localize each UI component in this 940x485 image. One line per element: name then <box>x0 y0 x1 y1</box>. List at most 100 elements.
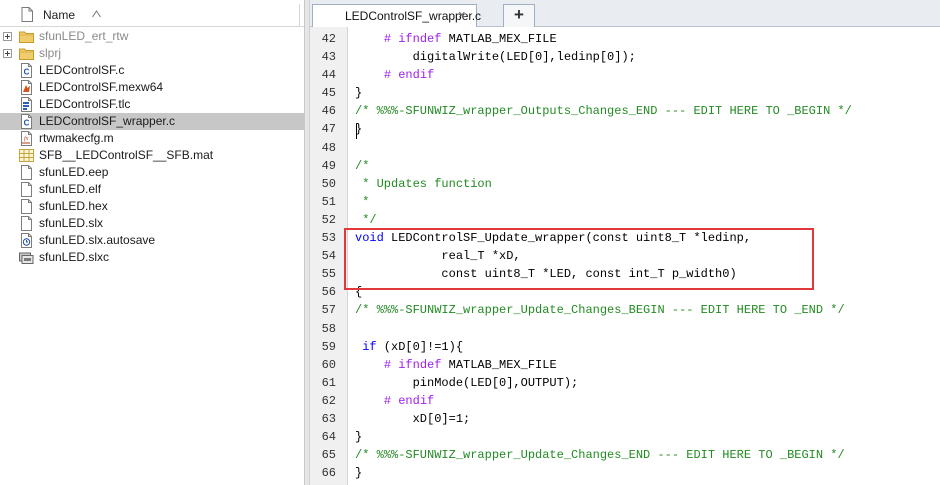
line-number[interactable]: 59 <box>310 338 336 356</box>
line-number[interactable]: 57 <box>310 301 336 319</box>
code-text-area[interactable]: 42 # ifndef MATLAB_MEX_FILE 43 digitalWri… <box>310 27 940 485</box>
file-list-item[interactable]: sfunLED.slx <box>0 215 304 232</box>
file-list-item[interactable]: SFB__LEDControlSF__SFB.mat <box>0 147 304 164</box>
line-number[interactable]: 52 <box>310 211 336 229</box>
code-token: LEDControlSF_Update_wrapper(const uint8_… <box>383 231 752 246</box>
code-line: 59 if (xD[0]!=1){ <box>310 338 940 356</box>
file-list: sfunLED_ert_rtw slprj C LEDControlSF.c LEDCo… <box>0 28 304 266</box>
line-number[interactable]: 51 <box>310 193 336 211</box>
code-text: /* %%%-SFUNWIZ_wrapper_Update_Changes_EN… <box>355 446 845 464</box>
close-tab-icon[interactable]: × <box>458 8 466 22</box>
file-list-item[interactable]: sfunLED.slxc <box>0 249 304 266</box>
generic-file-icon <box>19 182 34 197</box>
file-list-item[interactable]: LEDControlSF.mexw64 <box>0 79 304 96</box>
code-line: 62 # endif <box>310 392 940 410</box>
file-list-item[interactable]: fx rtwmakecfg.m <box>0 130 304 147</box>
name-column-header[interactable]: Name <box>43 8 75 22</box>
code-text: } <box>355 464 362 482</box>
line-number[interactable]: 42 <box>310 30 336 48</box>
code-line: 63 xD[0]=1; <box>310 410 940 428</box>
file-list-header[interactable]: Name <box>0 4 304 27</box>
file-list-item[interactable]: sfunLED.eep <box>0 164 304 181</box>
file-icon <box>21 7 33 22</box>
file-name: LEDControlSF.c <box>39 63 125 77</box>
code-text: const uint8_T *LED, const int_T p_width0… <box>355 265 736 283</box>
code-text: void LEDControlSF_Update_wrapper(const u… <box>355 229 751 247</box>
code-text: */ <box>355 211 376 229</box>
code-text: # endif <box>355 392 434 410</box>
code-line: 58 <box>310 320 940 338</box>
line-number[interactable]: 46 <box>310 102 336 120</box>
code-token: /* %%%-SFUNWIZ_wrapper_Outputs_Changes_E… <box>355 104 852 119</box>
code-editor: LEDControlSF_wrapper.c × + 42 # ifndef M… <box>305 0 940 485</box>
code-line: 48 <box>310 139 940 157</box>
code-line: 54 real_T *xD, <box>310 247 940 265</box>
code-text: * Updates function <box>355 175 492 193</box>
line-number[interactable]: 62 <box>310 392 336 410</box>
line-number[interactable]: 47 <box>310 120 336 138</box>
code-text: if (xD[0]!=1){ <box>355 338 463 356</box>
code-text: # ifndef MATLAB_MEX_FILE <box>355 30 557 48</box>
code-line: 42 # ifndef MATLAB_MEX_FILE <box>310 30 940 48</box>
line-number[interactable]: 54 <box>310 247 336 265</box>
code-token: { <box>355 285 363 300</box>
line-number[interactable]: 65 <box>310 446 336 464</box>
line-number[interactable]: 44 <box>310 66 336 84</box>
code-text: } <box>355 84 362 102</box>
code-line: 43 digitalWrite(LED[0],ledinp[0]); <box>310 48 940 66</box>
line-number[interactable]: 61 <box>310 374 336 392</box>
expand-plus-icon[interactable] <box>3 32 12 41</box>
line-number[interactable]: 49 <box>310 157 336 175</box>
file-list-item[interactable]: slprj <box>0 45 304 62</box>
file-name: sfunLED.slxc <box>39 250 110 264</box>
file-list-item[interactable]: sfunLED_ert_rtw <box>0 28 304 45</box>
line-number[interactable]: 56 <box>310 283 336 301</box>
line-number[interactable]: 43 <box>310 48 336 66</box>
line-number[interactable]: 55 <box>310 265 336 283</box>
file-list-item[interactable]: C LEDControlSF_wrapper.c <box>0 113 304 130</box>
file-name: SFB__LEDControlSF__SFB.mat <box>39 148 214 162</box>
code-line: 65 /* %%%-SFUNWIZ_wrapper_Update_Changes_… <box>310 446 940 464</box>
expand-plus-icon[interactable] <box>3 49 12 58</box>
file-name: LEDControlSF.mexw64 <box>39 80 164 94</box>
generic-file-icon <box>19 199 34 214</box>
code-token: # ifndef <box>383 32 442 46</box>
svg-text:C: C <box>24 68 30 77</box>
code-token: /* %%%-SFUNWIZ_wrapper_Update_Changes_EN… <box>355 448 845 463</box>
file-name: LEDControlSF_wrapper.c <box>39 114 176 128</box>
svg-text:fx: fx <box>24 135 29 142</box>
file-list-item[interactable]: LEDControlSF.tlc <box>0 96 304 113</box>
code-line: 53 void LEDControlSF_Update_wrapper(const… <box>310 229 940 247</box>
code-text: { <box>355 283 362 301</box>
file-list-item[interactable]: C LEDControlSF.c <box>0 62 304 79</box>
line-number[interactable]: 60 <box>310 356 336 374</box>
line-number[interactable]: 50 <box>310 175 336 193</box>
tab-ledcontrolsf-wrapper-c[interactable]: LEDControlSF_wrapper.c × <box>312 4 481 27</box>
line-number[interactable]: 63 <box>310 410 336 428</box>
mex-file-icon <box>19 80 34 95</box>
line-number[interactable]: 48 <box>310 139 336 157</box>
code-text: pinMode(LED[0],OUTPUT); <box>355 374 579 392</box>
line-number[interactable]: 58 <box>310 320 336 338</box>
code-token: # endif <box>383 393 435 408</box>
c-source-file-icon: C <box>19 63 34 78</box>
column-divider[interactable] <box>299 4 300 26</box>
text-cursor <box>356 124 357 139</box>
code-line: 49 /* <box>310 157 940 175</box>
file-list-item[interactable]: sfunLED.slx.autosave <box>0 232 304 249</box>
file-list-item[interactable]: sfunLED.elf <box>0 181 304 198</box>
svg-text:C: C <box>24 119 30 128</box>
line-number[interactable]: 53 <box>310 229 336 247</box>
file-name: sfunLED.hex <box>39 199 108 213</box>
add-tab-button[interactable]: + <box>503 4 535 27</box>
code-token: if <box>362 339 377 354</box>
code-line: 52 */ <box>310 211 940 229</box>
line-number[interactable]: 64 <box>310 428 336 446</box>
line-number[interactable]: 45 <box>310 84 336 102</box>
file-list-item[interactable]: sfunLED.hex <box>0 198 304 215</box>
code-token: } <box>355 466 363 481</box>
line-number[interactable]: 66 <box>310 464 336 482</box>
sort-ascending-icon[interactable] <box>92 10 101 18</box>
